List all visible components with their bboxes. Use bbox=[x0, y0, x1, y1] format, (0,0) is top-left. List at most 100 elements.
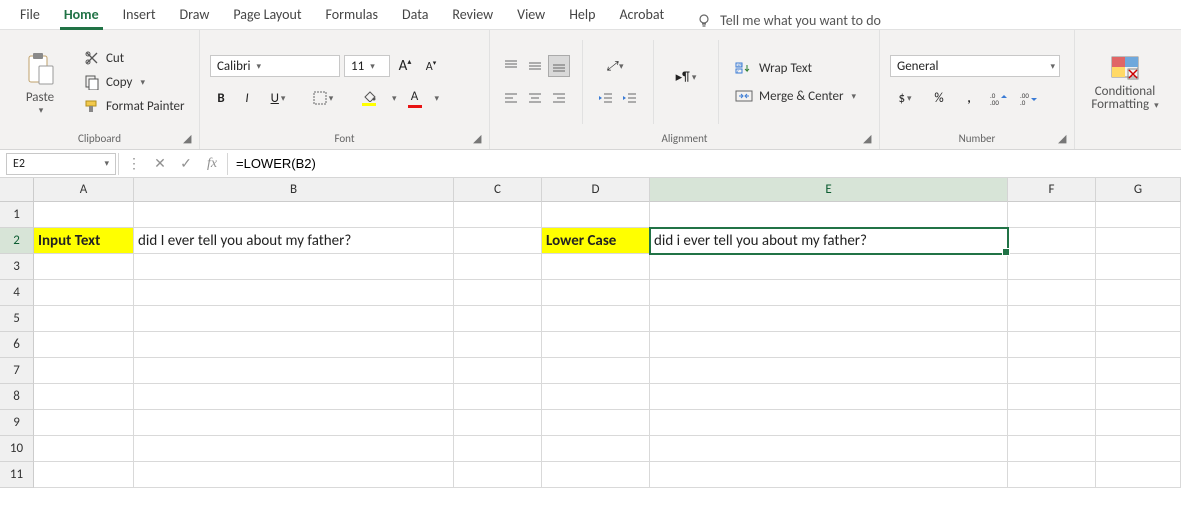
cell-F8[interactable] bbox=[1008, 384, 1096, 410]
increase-font-button[interactable]: A▴ bbox=[394, 55, 416, 77]
cell-G8[interactable] bbox=[1096, 384, 1181, 410]
cell-C1[interactable] bbox=[454, 202, 542, 228]
cell-F5[interactable] bbox=[1008, 306, 1096, 332]
cell-F9[interactable] bbox=[1008, 410, 1096, 436]
font-color-button[interactable]: A bbox=[401, 87, 429, 109]
column-header-G[interactable]: G bbox=[1096, 178, 1181, 202]
cell-C3[interactable] bbox=[454, 254, 542, 280]
decrease-indent-button[interactable] bbox=[595, 87, 617, 109]
align-top-button[interactable] bbox=[500, 55, 522, 77]
cell-A10[interactable] bbox=[34, 436, 134, 462]
insert-function-button[interactable]: fx bbox=[199, 156, 225, 172]
row-header-8[interactable]: 8 bbox=[0, 384, 34, 410]
cell-D2[interactable]: Lower Case bbox=[542, 228, 650, 254]
italic-button[interactable]: I bbox=[236, 87, 258, 109]
cut-button[interactable]: Cut bbox=[80, 48, 189, 68]
cell-B7[interactable] bbox=[134, 358, 454, 384]
cell-E7[interactable] bbox=[650, 358, 1008, 384]
tab-view[interactable]: View bbox=[505, 1, 557, 29]
cell-F2[interactable] bbox=[1008, 228, 1096, 254]
format-painter-button[interactable]: Format Painter bbox=[80, 96, 189, 116]
font-size-combo[interactable]: 11▾ bbox=[344, 55, 390, 77]
cell-G6[interactable] bbox=[1096, 332, 1181, 358]
increase-decimal-button[interactable]: .0.00 bbox=[988, 87, 1010, 109]
cell-B11[interactable] bbox=[134, 462, 454, 488]
cell-E5[interactable] bbox=[650, 306, 1008, 332]
cell-D8[interactable] bbox=[542, 384, 650, 410]
row-header-3[interactable]: 3 bbox=[0, 254, 34, 280]
tab-home[interactable]: Home bbox=[52, 1, 111, 29]
cell-E10[interactable] bbox=[650, 436, 1008, 462]
align-left-button[interactable] bbox=[500, 87, 522, 109]
cell-E6[interactable] bbox=[650, 332, 1008, 358]
cell-F6[interactable] bbox=[1008, 332, 1096, 358]
cell-D6[interactable] bbox=[542, 332, 650, 358]
cell-C9[interactable] bbox=[454, 410, 542, 436]
decrease-decimal-button[interactable]: .00.0 bbox=[1018, 87, 1040, 109]
cell-F7[interactable] bbox=[1008, 358, 1096, 384]
column-header-C[interactable]: C bbox=[454, 178, 542, 202]
cell-B5[interactable] bbox=[134, 306, 454, 332]
cell-E2[interactable]: did i ever tell you about my father? bbox=[650, 228, 1008, 254]
enter-formula-button[interactable]: ✓ bbox=[173, 155, 199, 172]
row-header-1[interactable]: 1 bbox=[0, 202, 34, 228]
cell-C2[interactable] bbox=[454, 228, 542, 254]
row-header-9[interactable]: 9 bbox=[0, 410, 34, 436]
column-header-E[interactable]: E bbox=[650, 178, 1008, 202]
cell-C7[interactable] bbox=[454, 358, 542, 384]
cell-B3[interactable] bbox=[134, 254, 454, 280]
align-bottom-button[interactable] bbox=[548, 55, 570, 77]
cell-F10[interactable] bbox=[1008, 436, 1096, 462]
cell-C11[interactable] bbox=[454, 462, 542, 488]
column-header-B[interactable]: B bbox=[134, 178, 454, 202]
spreadsheet-grid[interactable]: ABCDEFG12Input Textdid I ever tell you a… bbox=[0, 178, 1181, 488]
cell-G10[interactable] bbox=[1096, 436, 1181, 462]
paste-button[interactable]: Paste ▾ bbox=[10, 36, 70, 128]
formula-input[interactable] bbox=[230, 153, 1181, 175]
cell-G4[interactable] bbox=[1096, 280, 1181, 306]
cell-F1[interactable] bbox=[1008, 202, 1096, 228]
row-header-4[interactable]: 4 bbox=[0, 280, 34, 306]
cell-B2[interactable]: did I ever tell you about my father? bbox=[134, 228, 454, 254]
tell-me-search[interactable]: Tell me what you want to do bbox=[696, 12, 881, 29]
bold-button[interactable]: B bbox=[210, 87, 232, 109]
column-header-D[interactable]: D bbox=[542, 178, 650, 202]
cell-F11[interactable] bbox=[1008, 462, 1096, 488]
cell-C6[interactable] bbox=[454, 332, 542, 358]
cell-B8[interactable] bbox=[134, 384, 454, 410]
conditional-formatting-button[interactable]: Conditional Formatting ▾ bbox=[1085, 36, 1165, 128]
cell-C10[interactable] bbox=[454, 436, 542, 462]
cell-G7[interactable] bbox=[1096, 358, 1181, 384]
cell-G1[interactable] bbox=[1096, 202, 1181, 228]
cell-G3[interactable] bbox=[1096, 254, 1181, 280]
column-header-A[interactable]: A bbox=[34, 178, 134, 202]
font-dialog-launcher[interactable]: ◢ bbox=[473, 132, 485, 144]
cell-D9[interactable] bbox=[542, 410, 650, 436]
cell-D5[interactable] bbox=[542, 306, 650, 332]
tab-help[interactable]: Help bbox=[557, 1, 607, 29]
underline-button[interactable]: U▾ bbox=[262, 87, 294, 109]
tab-review[interactable]: Review bbox=[440, 1, 505, 29]
tab-draw[interactable]: Draw bbox=[168, 1, 222, 29]
cell-A7[interactable] bbox=[34, 358, 134, 384]
cell-D1[interactable] bbox=[542, 202, 650, 228]
tab-insert[interactable]: Insert bbox=[111, 1, 168, 29]
cell-A9[interactable] bbox=[34, 410, 134, 436]
cell-E11[interactable] bbox=[650, 462, 1008, 488]
cell-G11[interactable] bbox=[1096, 462, 1181, 488]
tab-acrobat[interactable]: Acrobat bbox=[607, 1, 676, 29]
cell-A5[interactable] bbox=[34, 306, 134, 332]
cell-D7[interactable] bbox=[542, 358, 650, 384]
percent-button[interactable]: % bbox=[928, 87, 950, 109]
row-header-2[interactable]: 2 bbox=[0, 228, 34, 254]
formula-options-button[interactable]: ⋮ bbox=[121, 155, 147, 172]
decrease-font-button[interactable]: A▾ bbox=[420, 55, 442, 77]
cell-A6[interactable] bbox=[34, 332, 134, 358]
row-header-7[interactable]: 7 bbox=[0, 358, 34, 384]
borders-button[interactable]: ▾ bbox=[307, 87, 339, 109]
row-header-11[interactable]: 11 bbox=[0, 462, 34, 488]
tab-page-layout[interactable]: Page Layout bbox=[221, 1, 313, 29]
cell-B1[interactable] bbox=[134, 202, 454, 228]
tab-formulas[interactable]: Formulas bbox=[314, 1, 390, 29]
cell-B9[interactable] bbox=[134, 410, 454, 436]
